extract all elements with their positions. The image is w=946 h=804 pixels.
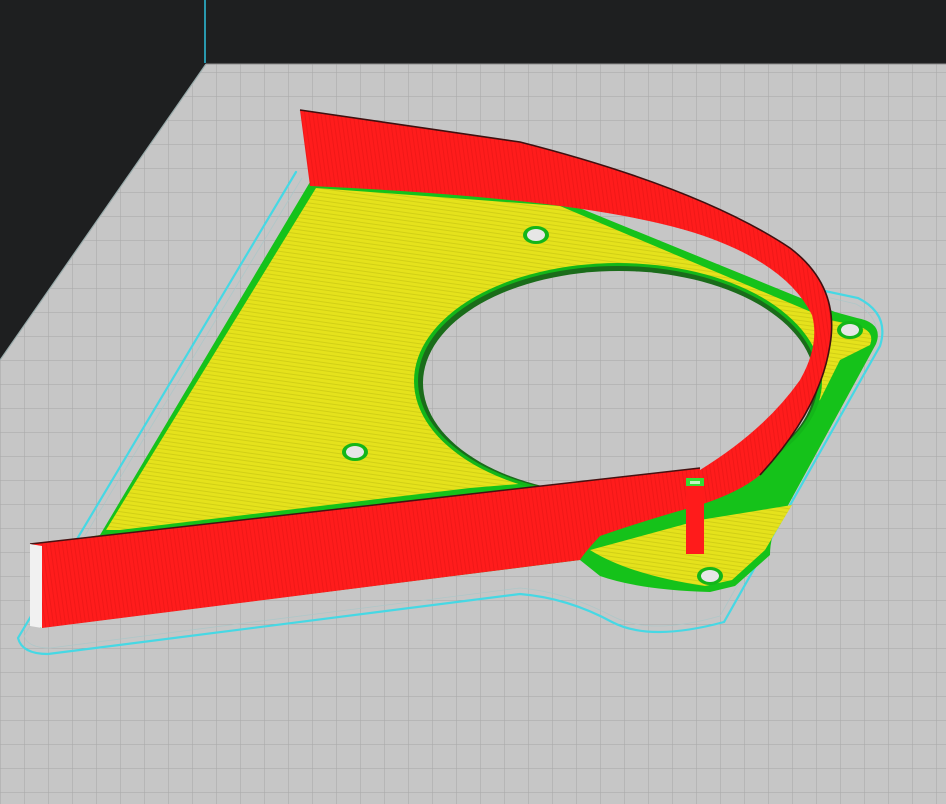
mounting-hole-right <box>837 321 863 339</box>
layer-view-scene[interactable] <box>0 0 946 804</box>
mounting-hole-top <box>523 226 549 244</box>
straight-wall-end <box>30 544 42 628</box>
3d-layer-viewport[interactable] <box>0 0 946 804</box>
support-post <box>686 478 704 554</box>
mounting-hole-left <box>342 443 368 461</box>
mounting-hole-bottom <box>697 567 723 585</box>
